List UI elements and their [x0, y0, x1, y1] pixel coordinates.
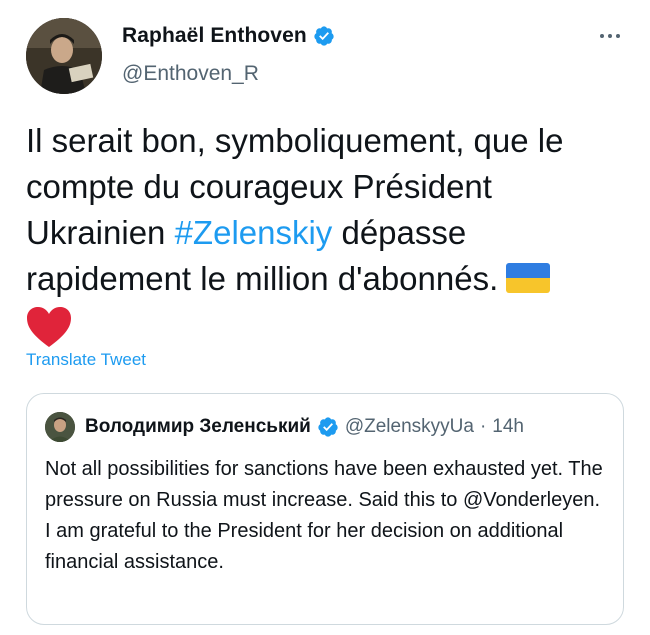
quote-timestamp: 14h: [492, 416, 524, 437]
quoted-tweet[interactable]: Володимир Зеленський @ZelenskyyUa · 14h …: [26, 393, 624, 625]
author-avatar[interactable]: [26, 18, 102, 94]
hashtag-link[interactable]: #Zelenskiy: [175, 214, 333, 251]
quote-avatar-photo-icon: [45, 412, 75, 442]
author-name[interactable]: Raphaël Enthoven: [122, 24, 307, 48]
tweet-header: Raphaël Enthoven @Enthoven_R: [26, 18, 626, 94]
translate-tweet-link[interactable]: Translate Tweet: [26, 350, 146, 370]
red-heart-icon: [27, 307, 71, 347]
ukraine-flag-icon: [506, 263, 551, 293]
quote-separator: ·: [479, 416, 487, 437]
author-handle[interactable]: @Enthoven_R: [122, 62, 259, 86]
tweet-body: Il serait bon, symboliquement, que le co…: [26, 118, 636, 348]
more-options-icon[interactable]: [596, 26, 624, 46]
quote-author-handle: @ZelenskyyUa: [344, 416, 474, 437]
avatar-photo-icon: [26, 18, 102, 94]
quote-verified-badge-icon: [318, 417, 338, 437]
quote-text: Not all possibilities for sanctions have…: [45, 458, 603, 573]
quote-author-avatar: [45, 412, 75, 442]
verified-badge-icon: [314, 26, 334, 46]
quote-header: Володимир Зеленський @ZelenskyyUa · 14h: [45, 412, 524, 442]
quote-author-name: Володимир Зеленський: [85, 416, 311, 437]
